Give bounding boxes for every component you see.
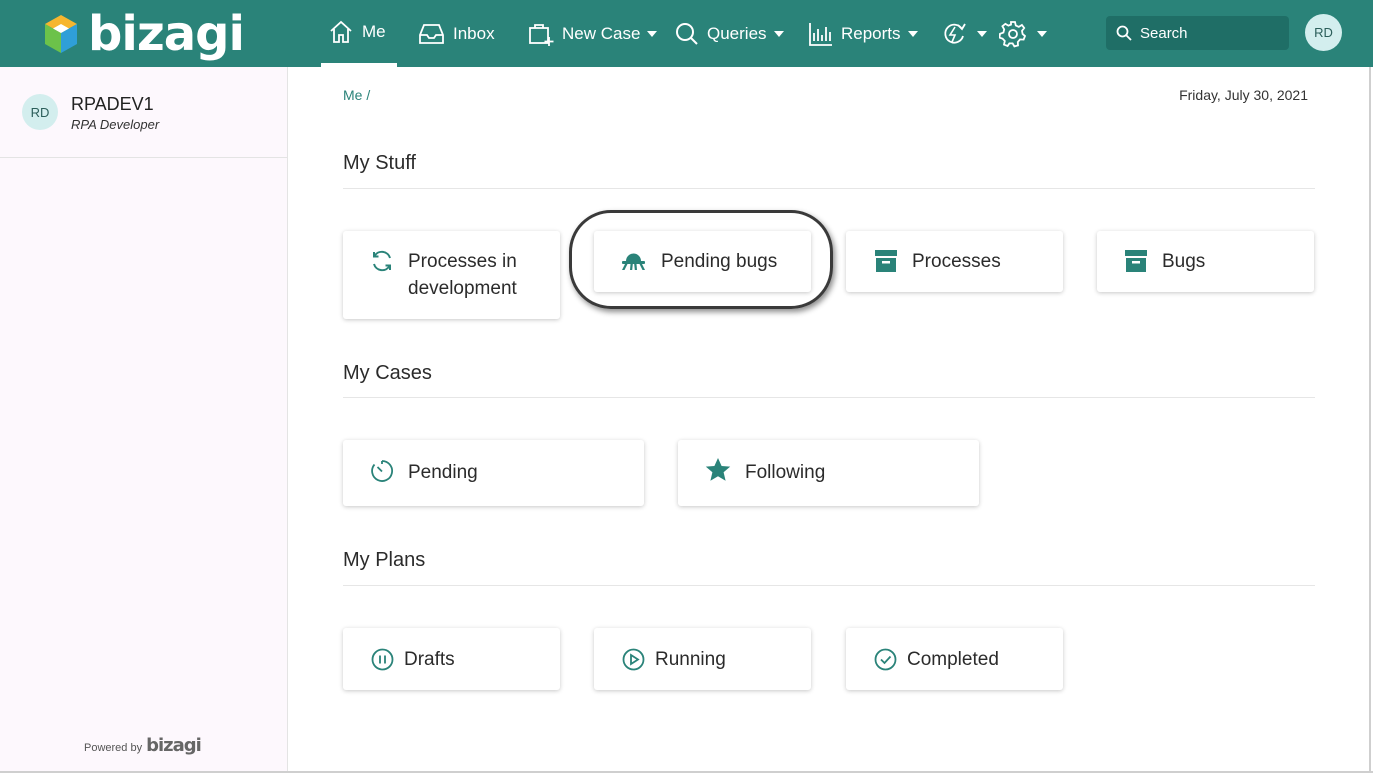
bizagi-cube-icon	[45, 15, 77, 53]
card-pending[interactable]: Pending	[343, 440, 644, 506]
pause-circle-icon	[371, 648, 394, 671]
star-icon	[705, 457, 731, 483]
nav-activity-menu[interactable]	[941, 0, 987, 67]
nav-new-case[interactable]: New Case	[528, 0, 658, 67]
card-running[interactable]: Running	[594, 628, 811, 690]
powered-by-brand: bizagi	[146, 735, 202, 756]
section-divider	[343, 397, 1315, 398]
search-icon	[1116, 25, 1132, 41]
user-avatar-button[interactable]: RD	[1305, 14, 1342, 51]
top-navigation-bar: bizagi Me Inbox New Case Queries Reports…	[0, 0, 1373, 67]
nav-queries-label: Queries	[707, 23, 767, 43]
nav-new-case-label: New Case	[562, 23, 641, 43]
card-label: Pending	[408, 462, 478, 483]
current-date: Friday, July 30, 2021	[1179, 87, 1308, 103]
breadcrumb[interactable]: Me /	[343, 87, 370, 103]
card-label: Drafts	[404, 649, 455, 670]
logo-text: bizagi	[88, 6, 245, 62]
card-label: Following	[745, 462, 826, 483]
card-label: Completed	[907, 649, 999, 670]
section-title-my-stuff: My Stuff	[343, 152, 416, 174]
archive-icon	[1124, 249, 1148, 273]
new-case-icon	[528, 21, 554, 47]
nav-inbox[interactable]: Inbox	[418, 0, 495, 67]
nav-settings-menu[interactable]	[999, 0, 1047, 67]
user-name: RPADEV1	[71, 94, 154, 114]
card-processes-in-development[interactable]: Processes in development	[343, 231, 560, 319]
card-label: Pending bugs	[661, 251, 778, 272]
play-circle-icon	[622, 648, 645, 671]
nav-reports[interactable]: Reports	[808, 0, 918, 67]
user-profile-block[interactable]: RD RPADEV1 RPA Developer	[0, 67, 287, 158]
nav-queries[interactable]: Queries	[675, 0, 784, 67]
chevron-down-icon	[977, 30, 987, 37]
card-drafts[interactable]: Drafts	[343, 628, 560, 690]
timer-icon	[370, 459, 394, 483]
section-divider	[343, 188, 1315, 189]
card-bugs[interactable]: Bugs	[1097, 231, 1314, 292]
nav-me[interactable]: Me	[321, 0, 397, 67]
section-title-my-cases: My Cases	[343, 362, 432, 384]
chevron-down-icon	[1037, 30, 1047, 37]
search-input[interactable]: Search	[1106, 16, 1289, 50]
home-icon	[328, 19, 354, 45]
user-role: RPA Developer	[71, 117, 160, 132]
powered-by-logo: Powered by bizagi	[84, 735, 202, 756]
powered-by-text: Powered by	[84, 742, 143, 754]
lightning-refresh-icon	[941, 21, 967, 47]
avatar: RD	[22, 94, 58, 130]
card-following[interactable]: Following	[678, 440, 979, 506]
bizagi-logo[interactable]: bizagi	[42, 6, 245, 62]
sidebar: RD RPADEV1 RPA Developer Powered by biza…	[0, 67, 288, 773]
card-completed[interactable]: Completed	[846, 628, 1063, 690]
card-label: Processes	[912, 251, 1001, 272]
bug-icon	[620, 250, 647, 272]
reports-chart-icon	[808, 21, 833, 47]
window-edge	[1369, 67, 1371, 773]
section-title-my-plans: My Plans	[343, 549, 426, 571]
gear-icon	[999, 20, 1027, 48]
section-divider	[343, 585, 1315, 586]
chevron-down-icon	[773, 30, 784, 37]
card-label: Processes in development	[408, 251, 517, 299]
card-label: Running	[655, 649, 726, 670]
nav-inbox-label: Inbox	[453, 23, 495, 43]
archive-icon	[874, 249, 898, 273]
search-icon	[675, 22, 699, 46]
nav-reports-label: Reports	[841, 23, 901, 43]
card-pending-bugs[interactable]: Pending bugs	[594, 231, 811, 292]
nav-me-label: Me	[362, 21, 386, 41]
card-processes[interactable]: Processes	[846, 231, 1063, 292]
card-label: Bugs	[1162, 251, 1206, 272]
search-placeholder: Search	[1140, 24, 1188, 42]
chevron-down-icon	[647, 30, 658, 37]
check-circle-icon	[874, 648, 897, 671]
chevron-down-icon	[907, 30, 918, 37]
inbox-icon	[418, 22, 445, 46]
refresh-icon	[370, 249, 394, 273]
